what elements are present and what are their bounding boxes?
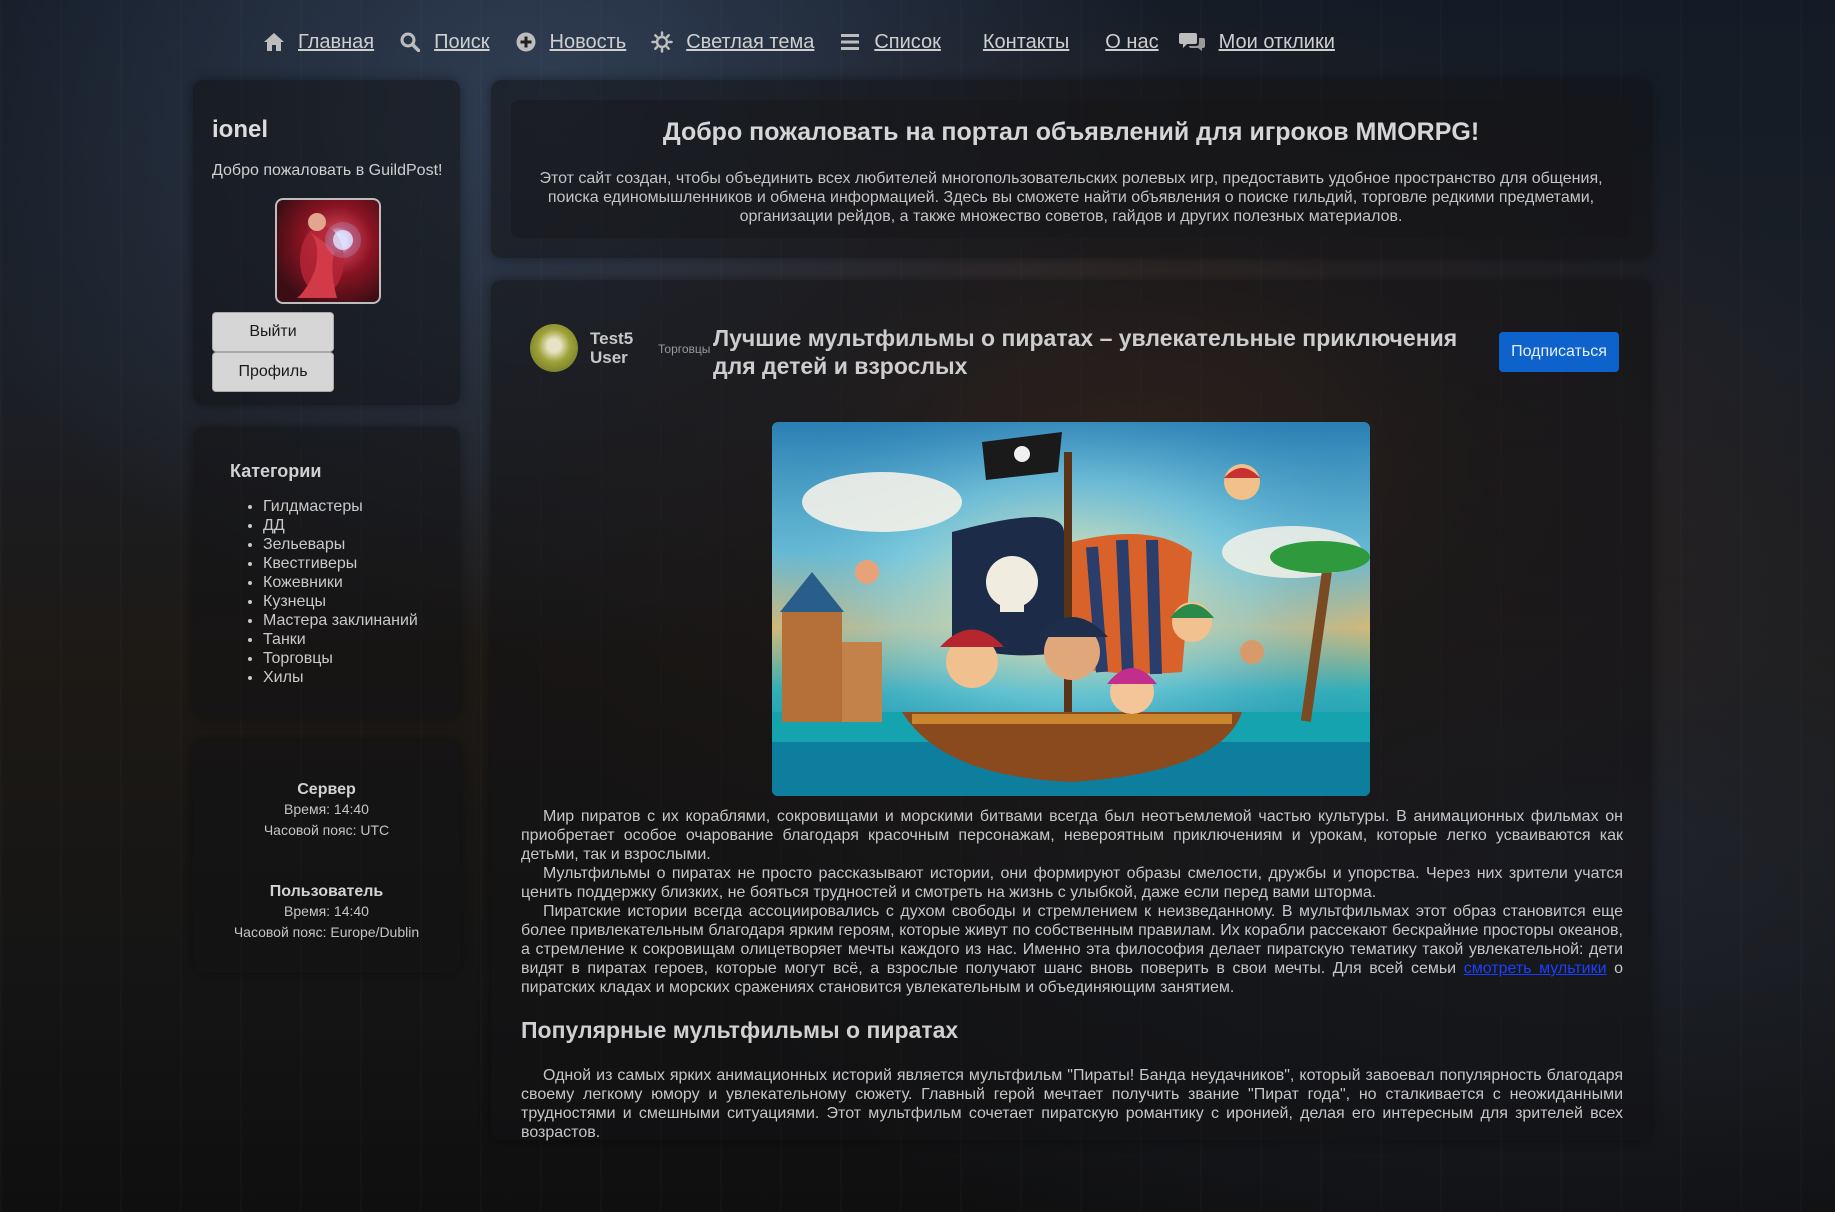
profile-button[interactable]: Профиль bbox=[212, 352, 334, 392]
watch-cartoons-link[interactable]: смотреть мультики bbox=[1464, 960, 1607, 977]
article-title: Лучшие мультфильмы о пиратах – увлекател… bbox=[713, 325, 1458, 379]
welcome-panel: Добро пожаловать на портал объявлений дл… bbox=[491, 80, 1651, 258]
top-nav: Главная Поиск Новость Светлая тема Списо… bbox=[262, 20, 1359, 64]
server-time: Время: 14:40 bbox=[284, 801, 369, 817]
logout-button[interactable]: Выйти bbox=[212, 312, 334, 352]
nav-list[interactable]: Список bbox=[838, 30, 941, 54]
category-item[interactable]: Торговцы bbox=[263, 649, 418, 668]
article-panel: Test5 User Торговцы Лучшие мультфильмы о… bbox=[491, 280, 1651, 1142]
author-category: Торговцы bbox=[658, 342, 711, 356]
sun-icon bbox=[650, 30, 674, 54]
category-item[interactable]: ДД bbox=[263, 516, 418, 535]
author-block[interactable]: Test5 User bbox=[530, 324, 650, 372]
server-time-block: Сервер Время: 14:40 Часовой пояс: UTC bbox=[193, 781, 460, 841]
nav-list-label[interactable]: Список bbox=[874, 31, 941, 54]
category-item[interactable]: Танки bbox=[263, 630, 418, 649]
article-image bbox=[772, 422, 1370, 796]
home-icon bbox=[262, 30, 286, 54]
search-icon bbox=[398, 30, 422, 54]
author-name[interactable]: Test5 User bbox=[590, 329, 650, 367]
nav-light-theme[interactable]: Светлая тема bbox=[650, 30, 814, 54]
nav-light-theme-label[interactable]: Светлая тема bbox=[686, 31, 814, 54]
category-item[interactable]: Гилдмастеры bbox=[263, 497, 418, 516]
user-timezone: Часовой пояс: Europe/Dublin bbox=[233, 924, 420, 940]
category-item[interactable]: Кожевники bbox=[263, 573, 418, 592]
profile-panel: ionel Добро пожаловать в GuildPost! Выйт… bbox=[193, 80, 460, 405]
welcome-inner: Добро пожаловать на портал объявлений дл… bbox=[511, 100, 1631, 238]
plus-circle-icon bbox=[514, 30, 538, 54]
nav-contacts[interactable]: Контакты bbox=[983, 31, 1069, 54]
nav-about[interactable]: О нас bbox=[1105, 31, 1158, 54]
paragraph: Одной из самых ярких анимационных истори… bbox=[521, 1067, 1623, 1141]
user-time: Время: 14:40 bbox=[284, 903, 369, 919]
categories-panel: Категории Гилдмастеры ДД Зельевары Квест… bbox=[193, 427, 460, 717]
categories-list: Гилдмастеры ДД Зельевары Квестгиверы Кож… bbox=[245, 497, 418, 687]
article-body: Мир пиратов с их кораблями, сокровищами … bbox=[521, 807, 1623, 997]
list-icon bbox=[838, 30, 862, 54]
category-item[interactable]: Кузнецы bbox=[263, 592, 418, 611]
categories-title: Категории bbox=[230, 461, 322, 481]
nav-my-responses-label[interactable]: Мои отклики bbox=[1219, 31, 1335, 54]
welcome-title: Добро пожаловать на портал объявлений дл… bbox=[662, 118, 1480, 146]
paragraph: Мир пиратов с их кораблями, сокровищами … bbox=[521, 808, 1623, 863]
nav-about-label[interactable]: О нас bbox=[1105, 31, 1158, 54]
category-item[interactable]: Хилы bbox=[263, 668, 418, 687]
nav-contacts-label[interactable]: Контакты bbox=[983, 31, 1069, 54]
welcome-description: Этот сайт создан, чтобы объединить всех … bbox=[539, 170, 1603, 225]
article-body-2: Одной из самых ярких анимационных истори… bbox=[521, 1066, 1623, 1142]
section-heading: Популярные мультфильмы о пиратах bbox=[521, 1017, 959, 1043]
nav-search-label[interactable]: Поиск bbox=[434, 31, 489, 54]
comments-icon bbox=[1177, 30, 1207, 54]
nav-home[interactable]: Главная bbox=[262, 30, 374, 54]
paragraph: Мультфильмы о пиратах не просто рассказы… bbox=[521, 865, 1623, 901]
user-title: Пользователь bbox=[269, 883, 384, 900]
user-time-block: Пользователь Время: 14:40 Часовой пояс: … bbox=[193, 883, 460, 943]
paragraph-text: Пиратские истории всегда ассоциировались… bbox=[521, 903, 1623, 977]
author-avatar[interactable] bbox=[530, 324, 578, 372]
nav-news-label[interactable]: Новость bbox=[550, 31, 627, 54]
server-title: Сервер bbox=[297, 781, 356, 798]
username: ionel bbox=[212, 116, 269, 143]
nav-my-responses[interactable]: Мои отклики bbox=[1177, 30, 1335, 54]
avatar[interactable] bbox=[275, 198, 381, 304]
nav-news[interactable]: Новость bbox=[514, 30, 627, 54]
subscribe-button[interactable]: Подписаться bbox=[1499, 332, 1619, 372]
category-item[interactable]: Мастера заклинаний bbox=[263, 611, 418, 630]
category-item[interactable]: Зельевары bbox=[263, 535, 418, 554]
category-item[interactable]: Квестгиверы bbox=[263, 554, 418, 573]
welcome-text: Добро пожаловать в GuildPost! bbox=[212, 162, 443, 179]
nav-search[interactable]: Поиск bbox=[398, 30, 490, 54]
time-panel: Сервер Время: 14:40 Часовой пояс: UTC По… bbox=[193, 741, 460, 973]
nav-home-label[interactable]: Главная bbox=[298, 31, 374, 54]
server-timezone: Часовой пояс: UTC bbox=[263, 822, 390, 838]
paragraph: Пиратские истории всегда ассоциировались… bbox=[521, 902, 1623, 997]
